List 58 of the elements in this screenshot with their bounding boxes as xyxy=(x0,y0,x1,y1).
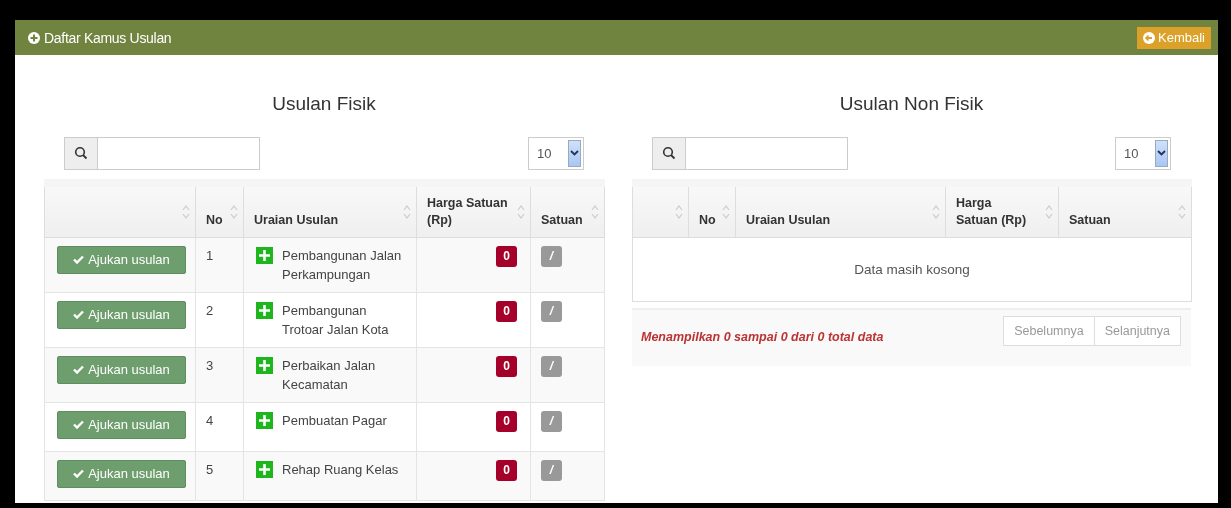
chevron-down-icon xyxy=(1157,150,1166,156)
search-field[interactable] xyxy=(97,136,260,170)
page-size-select[interactable]: 10 xyxy=(1115,136,1171,170)
plus-circle-icon xyxy=(28,31,40,44)
check-icon xyxy=(73,420,85,429)
price-badge: 0 xyxy=(496,410,517,432)
unit-badge: / xyxy=(541,355,562,377)
empty-message: Data masih kosong xyxy=(854,261,970,277)
table-info: Menampilkan 0 sampai 0 dari 0 total data xyxy=(641,328,885,346)
sort-icon[interactable] xyxy=(182,204,190,220)
header-title: Daftar Kamus Usulan xyxy=(44,29,172,46)
plus-icon[interactable] xyxy=(256,246,273,264)
panel-title: Usulan Fisik xyxy=(271,92,377,116)
check-icon xyxy=(73,310,85,319)
chevron-down-icon xyxy=(570,150,579,156)
row-number: 5 xyxy=(206,461,214,477)
price-badge: 0 xyxy=(496,459,517,481)
column-header[interactable]: No xyxy=(206,211,221,229)
sort-icon[interactable] xyxy=(517,204,525,220)
proposal-name: Pembangunan Jalan Perkampungan xyxy=(282,246,403,284)
plus-icon[interactable] xyxy=(256,411,273,429)
search-field[interactable] xyxy=(685,136,848,170)
sort-icon[interactable] xyxy=(932,204,940,220)
check-icon xyxy=(73,365,85,374)
proposal-name: Pembangunan Trotoar Jalan Kota xyxy=(282,301,390,339)
proposal-name: Perbaikan Jalan Kecamatan xyxy=(282,356,377,394)
proposal-name: Rehap Ruang Kelas xyxy=(282,460,399,479)
unit-badge: / xyxy=(541,459,562,481)
row-number: 4 xyxy=(206,412,214,428)
search-icon xyxy=(662,146,676,160)
plus-icon[interactable] xyxy=(256,460,273,478)
sort-icon[interactable] xyxy=(1045,204,1053,220)
sort-icon[interactable] xyxy=(591,204,599,220)
proposal-name: Pembuatan Pagar xyxy=(282,411,387,430)
plus-icon[interactable] xyxy=(256,356,273,374)
row-number: 3 xyxy=(206,357,214,373)
sort-icon[interactable] xyxy=(403,204,411,220)
back-circle-icon xyxy=(1143,31,1156,44)
price-badge: 0 xyxy=(496,245,517,267)
price-badge: 0 xyxy=(496,300,517,322)
sort-icon[interactable] xyxy=(230,204,238,220)
unit-badge: / xyxy=(541,300,562,322)
column-header[interactable]: No xyxy=(699,211,713,229)
plus-icon[interactable] xyxy=(256,301,273,319)
row-number: 2 xyxy=(206,302,214,318)
sort-icon[interactable] xyxy=(675,204,683,220)
panel-title: Usulan Non Fisik xyxy=(838,92,985,116)
page-size-select[interactable]: 10 xyxy=(528,136,584,170)
check-icon xyxy=(73,469,85,478)
row-number: 1 xyxy=(206,247,214,263)
sort-icon[interactable] xyxy=(1178,204,1186,220)
price-badge: 0 xyxy=(496,355,517,377)
column-header[interactable]: Satuan xyxy=(541,211,582,229)
check-icon xyxy=(73,255,85,264)
unit-badge: / xyxy=(541,410,562,432)
sort-icon[interactable] xyxy=(722,204,730,220)
unit-badge: / xyxy=(541,245,562,267)
search-icon xyxy=(74,146,88,160)
